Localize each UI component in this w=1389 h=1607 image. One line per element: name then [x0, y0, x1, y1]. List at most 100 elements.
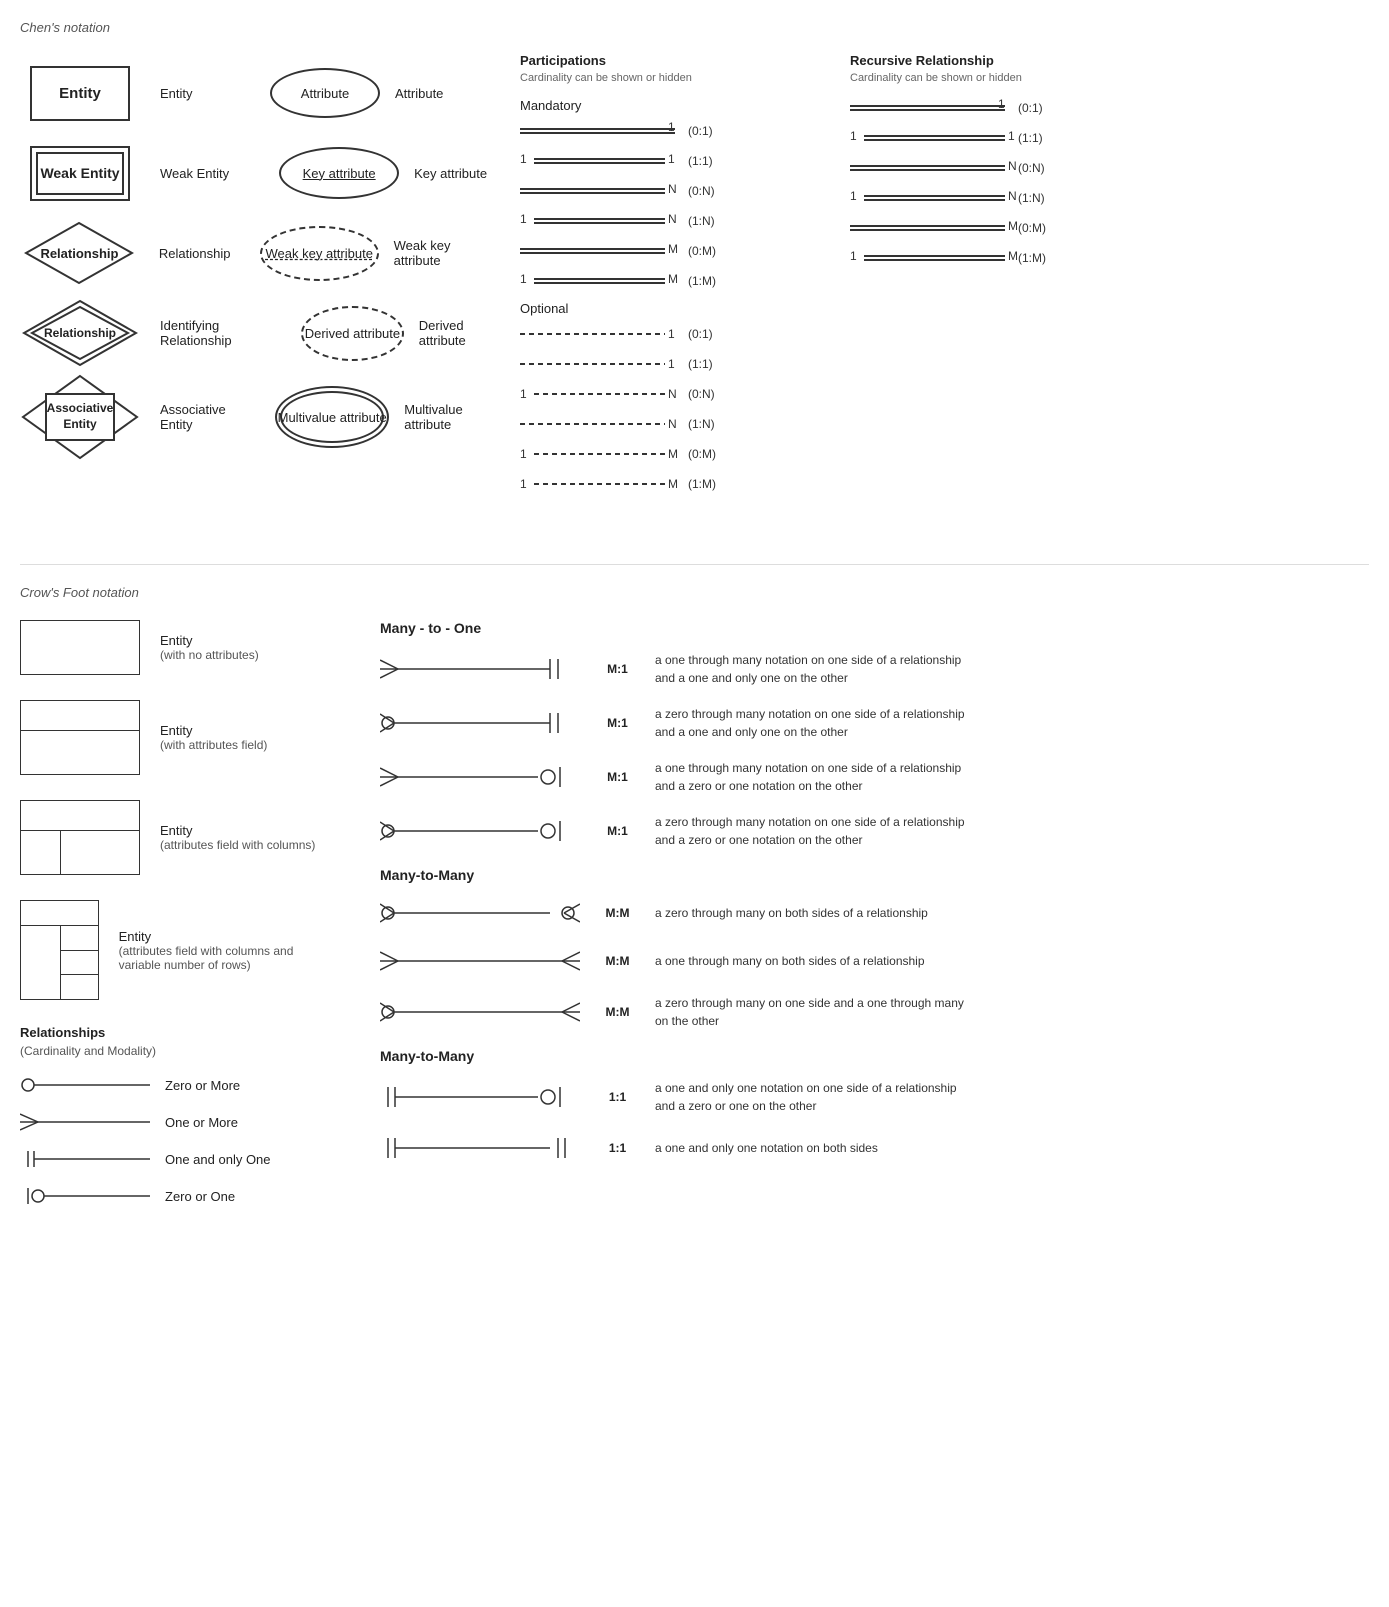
m1-desc-4: a zero through many notation on one side… [655, 813, 975, 849]
part-row-m0m: M (0:M) [520, 241, 830, 261]
many-to-many2-title: Many-to-Many [380, 1048, 1369, 1064]
svg-text:1: 1 [520, 212, 527, 226]
rec-row-1m: 1 M (1:M) [850, 248, 1140, 268]
svg-text:1: 1 [850, 249, 857, 263]
participations-title: Participations [520, 53, 830, 68]
m1-label-1: M:1 [600, 662, 635, 676]
entity-attrs-section [21, 731, 139, 774]
entity-col-right [61, 831, 139, 874]
crows-entity-simple [20, 620, 140, 675]
chens-top: Entity Entity Attribute Attribute Weak E… [20, 53, 1369, 504]
svg-text:N: N [668, 182, 677, 196]
entity-rows-section [21, 926, 98, 999]
m1-row3: M:1 a one through many notation on one s… [380, 759, 1369, 795]
crows-entity-simple-row: Entity (with no attributes) [20, 620, 320, 675]
rec-line-1m: 1 M [850, 248, 1010, 268]
part-row-m1m: 1 M (1:M) [520, 271, 830, 291]
entity-attrs-header [21, 701, 139, 731]
data-row-2 [61, 951, 98, 976]
svg-text:1: 1 [850, 189, 857, 203]
rec-row-11: 1 1 (1:1) [850, 128, 1140, 148]
svg-text:1: 1 [998, 98, 1005, 111]
relationship-shape-box: Relationship [20, 221, 139, 286]
svg-text:1: 1 [520, 387, 527, 401]
relationships-sub: (Cardinality and Modality) [20, 1044, 320, 1058]
rec-line-0m: M [850, 218, 1010, 238]
svg-text:1: 1 [668, 327, 675, 341]
part-line-o1n: N [520, 414, 680, 434]
part-row-m0n: N (0:N) [520, 181, 830, 201]
participations-col: Participations Cardinality can be shown … [520, 53, 830, 504]
one-only-symbol [20, 1147, 150, 1172]
entity-rows-header [21, 901, 98, 926]
svg-text:N: N [1008, 189, 1017, 203]
part-row-m1n: 1 N (1:N) [520, 211, 830, 231]
attribute-label: Attribute [395, 86, 443, 101]
identifying-relationship-row: Relationship Identifying Relationship De… [20, 293, 500, 373]
one-or-more-label: One or More [165, 1115, 238, 1130]
part-line-m11: 1 1 [520, 151, 680, 171]
key-attribute-oval: Key attribute [279, 147, 399, 199]
part-line-m1n: 1 N [520, 211, 680, 231]
relationship-label: Relationship [159, 246, 230, 261]
entity-col-left [21, 831, 61, 874]
11-row2: 1:1 a one and only one notation on both … [380, 1133, 1369, 1163]
chens-shapes-col: Entity Entity Attribute Attribute Weak E… [20, 53, 500, 461]
part-row-o01: 1 (0:1) [520, 324, 830, 344]
main-container: Chen's notation Entity Entity Attribute … [20, 20, 1369, 1221]
entity-shape: Entity [30, 66, 130, 121]
svg-text:N: N [1008, 159, 1017, 173]
svg-text:1: 1 [850, 129, 857, 143]
rec-row-0m: M (0:M) [850, 218, 1140, 238]
mm-desc-3: a zero through many on one side and a on… [655, 994, 975, 1030]
crows-entity-rows-label: Entity (attributes field with columns an… [119, 929, 320, 972]
zero-or-one-symbol [20, 1184, 150, 1209]
rec-line-1n: 1 N [850, 188, 1010, 208]
crows-section: Crow's Foot notation Entity (with no att… [20, 564, 1369, 1221]
m1-label-2: M:1 [600, 716, 635, 730]
rec-row-1n: 1 N (1:N) [850, 188, 1140, 208]
associative-entity-shape-box: AssociativeEntity [20, 373, 140, 461]
mm-desc-1: a zero through many on both sides of a r… [655, 904, 928, 922]
crows-entity-simple-label: Entity (with no attributes) [160, 633, 259, 662]
weak-entity-row: Weak Entity Weak Entity Key attribute Ke… [20, 133, 500, 213]
identifying-rel-shape-box: Relationship [20, 297, 140, 369]
svg-text:1: 1 [668, 357, 675, 371]
mandatory-label: Mandatory [520, 98, 830, 113]
one-or-more-row: One or More [20, 1110, 320, 1135]
svg-text:1: 1 [1008, 129, 1015, 143]
participations-subtitle: Cardinality can be shown or hidden [520, 72, 830, 84]
mm-row2: M:M a one through many on both sides of … [380, 946, 1369, 976]
one-only-label: One and only One [165, 1152, 271, 1167]
multivalue-attribute-label: Multivalue attribute [404, 402, 500, 432]
optional-label: Optional [520, 301, 830, 316]
entity-rows-right [61, 926, 98, 999]
part-row-o11: 1 (1:1) [520, 354, 830, 374]
recursive-title: Recursive Relationship [850, 53, 1140, 68]
mm-label-1: M:M [600, 906, 635, 920]
m1-desc-1: a one through many notation on one side … [655, 651, 975, 687]
crows-entity-cols-row: Entity (attributes field with columns) [20, 800, 320, 875]
rec-line-11: 1 1 [850, 128, 1010, 148]
crows-entity-rows-var [20, 900, 99, 1000]
key-attribute-label: Key attribute [414, 166, 487, 181]
crows-entity-attrs-row: Entity (with attributes field) [20, 700, 320, 775]
crows-left: Entity (with no attributes) Entity (with… [20, 620, 320, 1221]
rec-line-01: 1 [850, 98, 1010, 118]
11-desc-1: a one and only one notation on one side … [655, 1079, 975, 1115]
svg-text:M: M [668, 242, 678, 256]
zero-or-more-symbol [20, 1073, 150, 1098]
rec-row-01: 1 (0:1) [850, 98, 1140, 118]
part-line-m0n: N [520, 181, 680, 201]
entity-row: Entity Entity Attribute Attribute [20, 53, 500, 133]
rel-symbols-section: Relationships (Cardinality and Modality) [20, 1025, 320, 1209]
part-row-m01: 1 (0:1) [520, 121, 830, 141]
11-desc-2: a one and only one notation on both side… [655, 1139, 878, 1157]
part-line-m0m: M [520, 241, 680, 261]
entity-rows-left [21, 926, 61, 999]
one-only-row: One and only One [20, 1147, 320, 1172]
11-label-1: 1:1 [600, 1090, 635, 1104]
relationship-row: Relationship Relationship Weak key attri… [20, 213, 500, 293]
many-to-many-title: Many-to-Many [380, 867, 1369, 883]
svg-text:M: M [668, 447, 678, 461]
